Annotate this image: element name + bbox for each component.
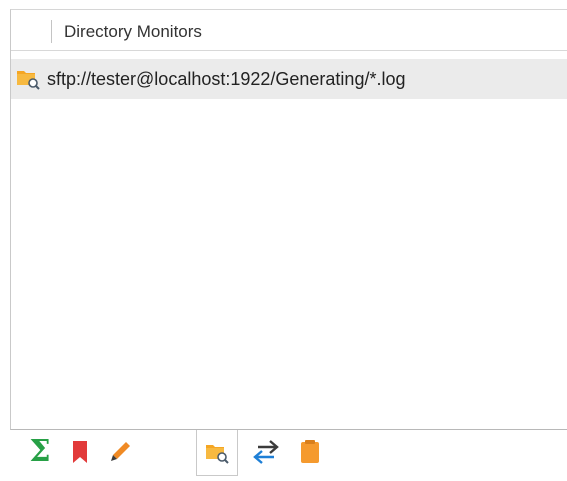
- directory-monitors-panel: Directory Monitors sftp://tester@localho…: [10, 9, 567, 430]
- sum-tab[interactable]: Σ: [22, 432, 58, 472]
- edit-tab[interactable]: [102, 432, 138, 472]
- note-icon: [299, 439, 321, 465]
- bookmark-icon: [71, 440, 89, 464]
- folder-search-icon: [16, 68, 40, 90]
- directory-monitor-row[interactable]: sftp://tester@localhost:1922/Generating/…: [11, 59, 567, 99]
- column-separator[interactable]: [51, 20, 52, 43]
- swap-arrows-icon: [252, 439, 280, 465]
- transfer-tab[interactable]: [248, 432, 284, 472]
- column-header[interactable]: Directory Monitors: [11, 10, 567, 51]
- pencil-icon: [108, 440, 132, 464]
- directory-monitors-tab[interactable]: [196, 430, 238, 476]
- sigma-icon: Σ: [29, 434, 51, 469]
- bookmarks-tab[interactable]: [62, 432, 98, 472]
- folder-search-icon: [205, 442, 229, 464]
- column-header-title: Directory Monitors: [64, 22, 202, 41]
- directory-monitor-path: sftp://tester@localhost:1922/Generating/…: [47, 69, 406, 89]
- bottom-tab-bar: Σ: [10, 430, 567, 481]
- notes-tab[interactable]: [292, 432, 328, 472]
